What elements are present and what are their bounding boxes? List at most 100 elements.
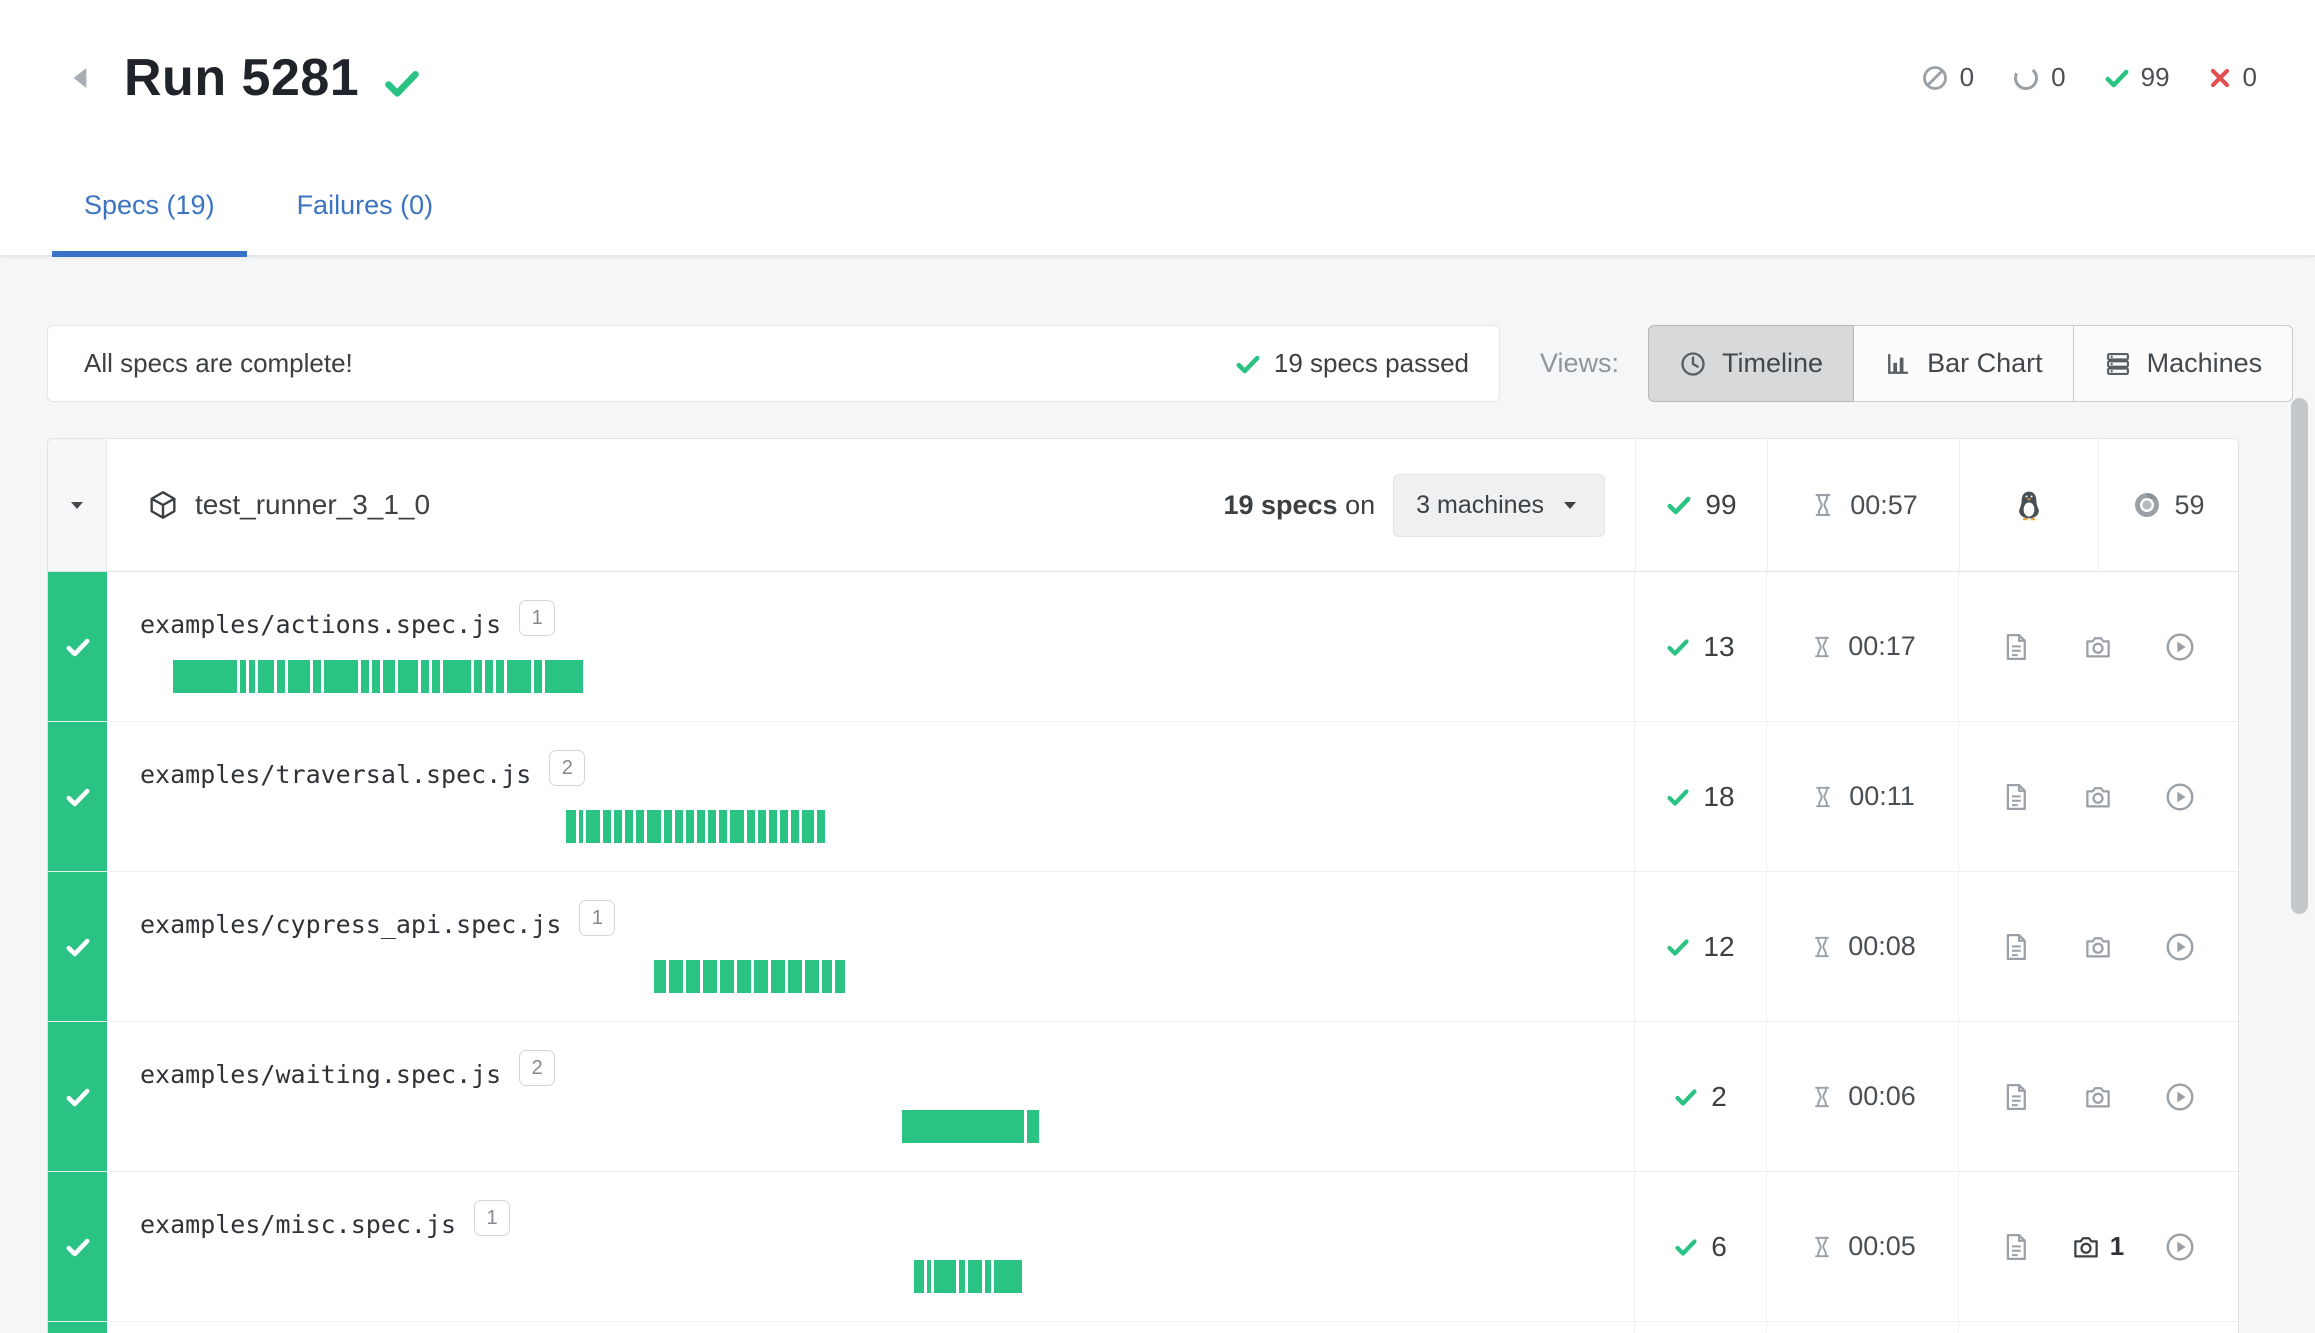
video-play-icon[interactable] xyxy=(2164,1231,2196,1263)
spec-status-passed xyxy=(48,1322,107,1333)
view-bar-chart-button[interactable]: Bar Chart xyxy=(1853,325,2074,402)
spec-timeline-bar xyxy=(654,960,1634,993)
video-play-icon[interactable] xyxy=(2164,931,2196,963)
back-button[interactable] xyxy=(58,55,104,101)
check-icon xyxy=(1674,1085,1698,1109)
spec-passed-count: 2 xyxy=(1635,1022,1767,1171)
tab-specs[interactable]: Specs (19) xyxy=(80,155,219,255)
check-icon xyxy=(1666,935,1690,959)
spec-row-waiting[interactable]: examples/waiting.spec.js 2 2 00:06 xyxy=(48,1022,2238,1172)
spec-main: examples/cypress_api.spec.js 1 xyxy=(107,872,1635,1021)
group-browser: 59 xyxy=(2099,439,2238,571)
run-result-stats: 0 0 99 0 xyxy=(1921,62,2257,93)
hourglass-icon xyxy=(1810,784,1836,810)
stdout-doc-icon[interactable] xyxy=(2001,1082,2031,1112)
view-bar-chart-label: Bar Chart xyxy=(1927,348,2043,379)
spec-row-partial xyxy=(48,1322,2238,1333)
screenshots-camera-icon[interactable] xyxy=(2083,1082,2113,1112)
spec-passed-value: 2 xyxy=(1711,1081,1727,1113)
screenshots-camera-icon[interactable] xyxy=(2083,782,2113,812)
spec-row-traversal[interactable]: examples/traversal.spec.js 2 18 00:11 xyxy=(48,722,2238,872)
tab-failures[interactable]: Failures (0) xyxy=(293,155,438,255)
spec-passed-value: 6 xyxy=(1711,1231,1727,1263)
stdout-doc-icon[interactable] xyxy=(2001,1232,2031,1262)
stat-skipped-value: 0 xyxy=(1960,62,1974,93)
package-cube-icon xyxy=(147,489,179,521)
spec-row-actions[interactable]: examples/actions.spec.js 1 13 00:17 xyxy=(48,572,2238,722)
spec-artifacts xyxy=(1959,1322,2238,1333)
pending-icon xyxy=(2012,64,2040,92)
view-timeline-button[interactable]: Timeline xyxy=(1648,325,1854,402)
screenshots-camera-icon[interactable] xyxy=(2083,932,2113,962)
hourglass-icon xyxy=(1809,491,1837,519)
check-icon xyxy=(1666,785,1690,809)
spec-badge: 2 xyxy=(549,750,585,786)
browser-version: 59 xyxy=(2174,490,2204,521)
top-row: All specs are complete! 19 specs passed … xyxy=(47,325,2315,402)
page-scrollbar xyxy=(2291,160,2308,1333)
group-name: test_runner_3_1_0 xyxy=(195,489,430,521)
scrollbar-thumb[interactable] xyxy=(2291,398,2308,914)
stdout-doc-icon[interactable] xyxy=(2001,782,2031,812)
spec-passed-value: 18 xyxy=(1703,781,1734,813)
spec-duration-value: 00:08 xyxy=(1848,931,1916,962)
machines-dropdown-label: 3 machines xyxy=(1416,491,1544,520)
spec-status-passed xyxy=(48,1172,107,1321)
view-machines-label: Machines xyxy=(2147,348,2263,379)
group-right: 19 specs on 3 machines xyxy=(1223,474,1635,537)
spec-main xyxy=(107,1322,1635,1333)
run-group-header: test_runner_3_1_0 19 specs on 3 machines… xyxy=(48,439,2238,572)
spec-passed-value: 13 xyxy=(1703,631,1734,663)
check-icon xyxy=(1666,492,1692,518)
stdout-doc-icon[interactable] xyxy=(2001,632,2031,662)
stdout-doc-icon[interactable] xyxy=(2001,932,2031,962)
run-passed-check-icon xyxy=(383,64,421,102)
stat-passed: 99 xyxy=(2104,62,2170,93)
content: All specs are complete! 19 specs passed … xyxy=(0,257,2315,1333)
views-switcher: Timeline Bar Chart Machines xyxy=(1649,325,2293,402)
hourglass-icon xyxy=(1809,1234,1835,1260)
video-play-icon[interactable] xyxy=(2164,631,2196,663)
check-icon xyxy=(65,1234,91,1260)
spec-filename: examples/cypress_api.spec.js xyxy=(140,910,561,940)
spec-row-misc[interactable]: examples/misc.spec.js 1 6 00:05 1 xyxy=(48,1172,2238,1322)
hourglass-icon xyxy=(1809,634,1835,660)
view-machines-button[interactable]: Machines xyxy=(2073,325,2294,402)
failed-x-icon xyxy=(2208,66,2232,90)
spec-timeline-bar xyxy=(173,660,1634,693)
check-icon xyxy=(65,634,91,660)
check-icon xyxy=(65,784,91,810)
spec-filename: examples/actions.spec.js xyxy=(140,610,501,640)
machines-dropdown[interactable]: 3 machines xyxy=(1393,474,1605,537)
check-icon xyxy=(1235,351,1261,377)
spec-artifacts xyxy=(1959,872,2238,1021)
screenshots-camera-icon[interactable] xyxy=(2083,632,2113,662)
spec-filename: examples/misc.spec.js xyxy=(140,1210,456,1240)
check-icon xyxy=(1666,635,1690,659)
check-icon xyxy=(65,934,91,960)
screenshots-with-count[interactable]: 1 xyxy=(2071,1231,2124,1262)
completion-banner: All specs are complete! 19 specs passed xyxy=(47,325,1500,402)
spec-status-passed xyxy=(48,872,107,1021)
video-play-icon[interactable] xyxy=(2164,1081,2196,1113)
chevron-left-icon xyxy=(65,62,97,94)
banner-passed: 19 specs passed xyxy=(1235,348,1469,379)
spec-row-cypress-api[interactable]: examples/cypress_api.spec.js 1 12 00:08 xyxy=(48,872,2238,1022)
screenshots-camera-icon xyxy=(2071,1232,2101,1262)
group-os xyxy=(1960,439,2099,571)
caret-down-icon xyxy=(65,493,89,517)
video-play-icon[interactable] xyxy=(2164,781,2196,813)
spec-duration: 00:11 xyxy=(1767,722,1959,871)
page-title: Run 5281 xyxy=(124,48,359,108)
group-collapse-toggle[interactable] xyxy=(48,439,107,571)
spec-timeline-bar xyxy=(914,1260,1634,1293)
check-icon xyxy=(65,1084,91,1110)
spec-badge: 1 xyxy=(519,600,555,636)
hourglass-icon xyxy=(1809,1084,1835,1110)
group-passed-value: 99 xyxy=(1705,489,1736,521)
spec-badge: 2 xyxy=(519,1050,555,1086)
spec-main: examples/misc.spec.js 1 xyxy=(107,1172,1635,1321)
stat-passed-value: 99 xyxy=(2141,62,2170,93)
caret-down-icon xyxy=(1558,493,1582,517)
group-main: test_runner_3_1_0 19 specs on 3 machines xyxy=(107,439,1636,571)
